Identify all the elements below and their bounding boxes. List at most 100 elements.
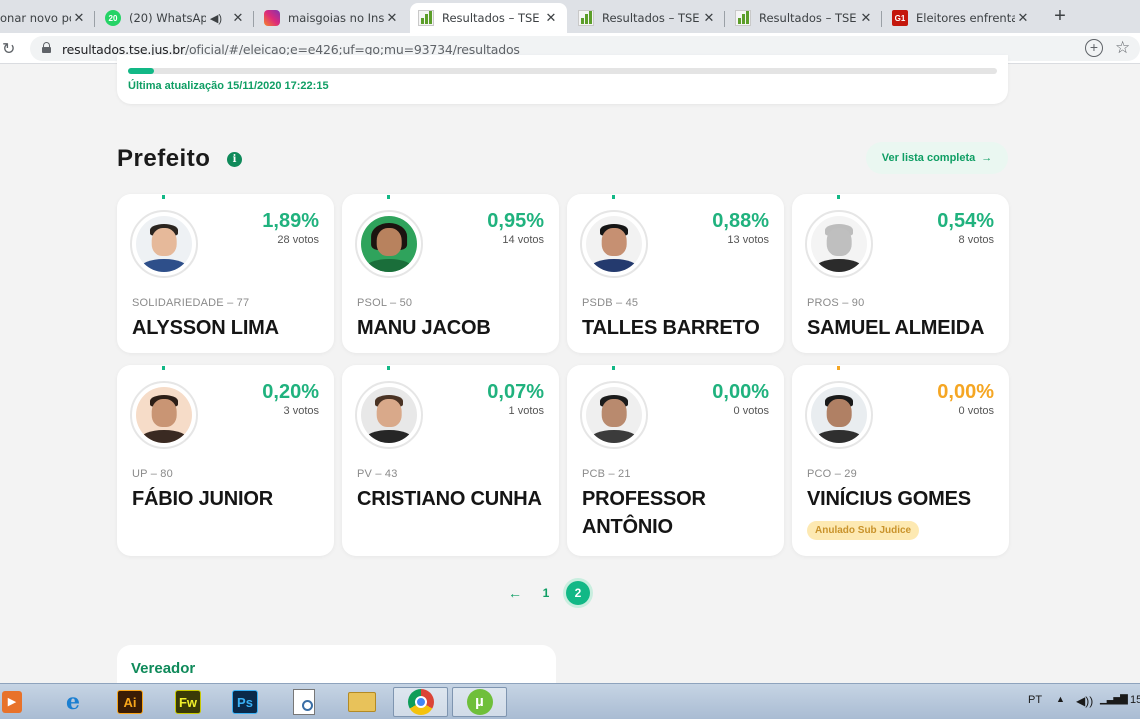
tab-separator (881, 11, 882, 27)
candidate-photo (805, 381, 873, 449)
candidate-card[interactable]: 0,00% 0 votos PCB – 21 PROFESSOR ANTÔNIO (567, 365, 784, 556)
close-icon[interactable]: ✕ (543, 10, 559, 26)
info-icon[interactable]: i (227, 152, 242, 167)
progress-tick (612, 195, 615, 199)
vote-percent: 0,00% (937, 381, 994, 403)
fireworks-icon[interactable]: Fw (172, 687, 204, 717)
progress-tick (837, 366, 840, 370)
vote-count: 28 votos (277, 234, 319, 246)
previous-page-button[interactable]: ← (503, 581, 527, 605)
internet-explorer-icon[interactable]: e (56, 687, 90, 717)
bookmark-star-icon[interactable]: ☆ (1115, 38, 1130, 58)
vote-percent: 0,95% (487, 210, 544, 232)
candidate-photo (355, 381, 423, 449)
close-icon[interactable]: ✕ (384, 10, 400, 26)
tab-title: Eleitores enfrentam (916, 11, 1015, 25)
page-button-1[interactable]: 1 (534, 581, 558, 605)
close-icon[interactable]: ✕ (71, 10, 87, 26)
progress-fill (128, 68, 155, 74)
tab-title: maisgoias no Instag (288, 11, 384, 25)
vote-percent: 0,88% (712, 210, 769, 232)
progress-tick (837, 195, 840, 199)
vote-count: 0 votos (733, 405, 769, 417)
close-icon[interactable]: ✕ (1015, 10, 1031, 26)
close-icon[interactable]: ✕ (701, 10, 717, 26)
candidate-photo (130, 381, 198, 449)
volume-icon[interactable]: ◀)) (1076, 694, 1093, 708)
speaker-icon[interactable]: ◀) (210, 12, 222, 25)
browser-tab-active[interactable]: Resultados – TSE ✕ (410, 3, 567, 33)
progress-tick (612, 366, 615, 370)
candidate-name: ALYSSON LIMA (132, 317, 279, 339)
browser-tab[interactable]: Resultados – TSE ✕ (727, 3, 882, 33)
browser-tab[interactable]: onar novo pos ✕ (0, 3, 95, 33)
totals-card: Última atualização 15/11/2020 17:22:15 (117, 55, 1008, 104)
new-tab-button[interactable]: + (1048, 4, 1072, 28)
vote-count: 1 votos (508, 405, 544, 417)
party-number: PSOL – 50 (357, 297, 413, 309)
vote-percent: 0,20% (262, 381, 319, 403)
browser-tab[interactable]: maisgoias no Instag ✕ (256, 3, 408, 33)
candidate-name: VINÍCIUS GOMES (807, 488, 971, 510)
show-hidden-icons-icon[interactable]: ▲ (1056, 694, 1065, 704)
vote-percent: 0,00% (712, 381, 769, 403)
tab-title: Resultados – TSE (602, 11, 700, 25)
vote-count: 8 votos (958, 234, 994, 246)
reload-icon[interactable]: ↻ (2, 39, 15, 59)
status-badge: Anulado Sub Judice (807, 521, 920, 540)
photoshop-icon[interactable]: Ps (229, 687, 261, 717)
candidate-card[interactable]: 0,00% 0 votos PCO – 29 VINÍCIUS GOMES An… (792, 365, 1009, 556)
party-number: PV – 43 (357, 468, 398, 480)
view-full-list-button[interactable]: Ver lista completa → (866, 142, 1008, 174)
candidate-card[interactable]: 0,07% 1 votos PV – 43 CRISTIANO CUNHA (342, 365, 559, 556)
language-indicator[interactable]: PT (1028, 694, 1042, 706)
party-number: PROS – 90 (807, 297, 865, 309)
progress-tick (162, 366, 165, 370)
close-icon[interactable]: ✕ (230, 10, 246, 26)
candidate-card[interactable]: 1,89% 28 votos SOLIDARIEDADE – 77 ALYSSO… (117, 194, 334, 353)
media-player-icon[interactable]: ▶ (0, 687, 24, 717)
vote-count: 0 votos (958, 405, 994, 417)
party-number: UP – 80 (132, 468, 173, 480)
add-icon[interactable]: + (1085, 39, 1103, 57)
vote-percent: 1,89% (262, 210, 319, 232)
candidate-card[interactable]: 0,95% 14 votos PSOL – 50 MANU JACOB (342, 194, 559, 353)
close-icon[interactable]: ✕ (858, 10, 874, 26)
browser-tab-strip: onar novo pos ✕ 20 (20) WhatsApp ◀) ✕ ma… (0, 0, 1140, 33)
party-number: SOLIDARIEDADE – 77 (132, 297, 250, 309)
browser-tab[interactable]: 20 (20) WhatsApp ◀) ✕ (97, 3, 254, 33)
progress-tick (387, 366, 390, 370)
candidate-card[interactable]: 0,20% 3 votos UP – 80 FÁBIO JUNIOR (117, 365, 334, 556)
candidate-photo (805, 210, 873, 278)
party-number: PCB – 21 (582, 468, 631, 480)
progress-tick (387, 195, 390, 199)
page-button-2-current[interactable]: 2 (566, 581, 590, 605)
whatsapp-icon: 20 (105, 10, 121, 26)
illustrator-icon[interactable]: Ai (114, 687, 146, 717)
vereador-title: Vereador (131, 660, 196, 677)
network-signal-icon[interactable]: ▁▃▅▇ (1100, 694, 1128, 705)
browser-tab[interactable]: G1 Eleitores enfrentam ✕ (884, 3, 1039, 33)
candidate-card[interactable]: 0,54% 8 votos PROS – 90 SAMUEL ALMEIDA (792, 194, 1009, 353)
utorrent-icon[interactable]: µ (452, 687, 507, 717)
count-progress-bar (128, 68, 997, 74)
tab-title: (20) WhatsApp (129, 11, 206, 25)
last-update-text: Última atualização 15/11/2020 17:22:15 (128, 80, 329, 92)
candidate-name: MANU JACOB (357, 317, 491, 339)
tab-title: Resultados – TSE (759, 11, 857, 25)
lock-icon[interactable] (42, 42, 51, 53)
arrow-right-icon: → (981, 152, 993, 164)
candidate-name: TALLES BARRETO (582, 317, 760, 339)
party-number: PCO – 29 (807, 468, 857, 480)
candidate-photo (130, 210, 198, 278)
tab-separator (724, 11, 725, 27)
file-explorer-icon[interactable] (345, 687, 379, 717)
chrome-icon[interactable] (393, 687, 448, 717)
clock-text[interactable]: 15 (1130, 694, 1140, 706)
candidate-photo (580, 381, 648, 449)
browser-tab[interactable]: Resultados – TSE ✕ (570, 3, 725, 33)
g1-icon: G1 (892, 10, 908, 26)
document-search-icon[interactable] (288, 687, 320, 717)
candidate-card[interactable]: 0,88% 13 votos PSDB – 45 TALLES BARRETO (567, 194, 784, 353)
candidate-name: FÁBIO JUNIOR (132, 488, 273, 510)
